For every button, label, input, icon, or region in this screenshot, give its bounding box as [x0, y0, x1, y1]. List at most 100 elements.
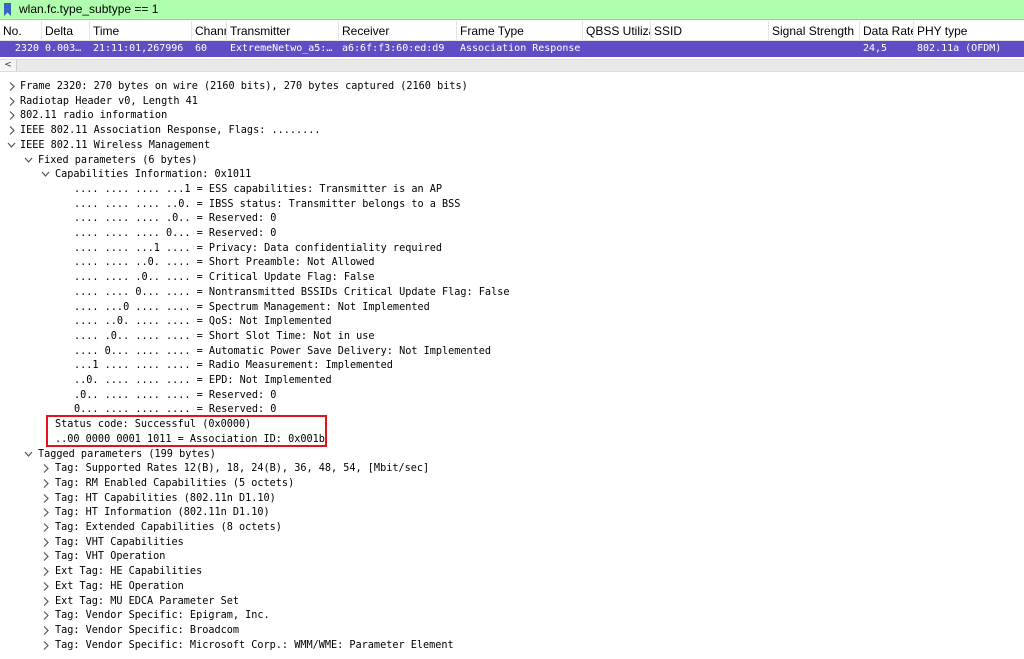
- tree-item[interactable]: Tag: HT Information (802.11n D1.10): [0, 505, 1024, 520]
- display-filter-text[interactable]: wlan.fc.type_subtype == 1: [19, 2, 158, 16]
- chevron-right-icon[interactable]: [41, 579, 51, 594]
- chevron-down-icon[interactable]: [41, 167, 51, 182]
- tree-item[interactable]: Ext Tag: MU EDCA Parameter Set: [0, 594, 1024, 609]
- tree-item[interactable]: .... ...0 .... .... = Spectrum Managemen…: [0, 300, 1024, 315]
- tree-item[interactable]: Status code: Successful (0x0000): [0, 417, 1024, 432]
- column-header-phy-type[interactable]: PHY type: [914, 21, 1024, 41]
- packet-row-selected[interactable]: 2320 0.003… 21:11:01,267996 60 ExtremeNe…: [0, 41, 1024, 57]
- tree-item[interactable]: Fixed parameters (6 bytes): [0, 153, 1024, 168]
- tree-item[interactable]: IEEE 802.11 Association Response, Flags:…: [0, 123, 1024, 138]
- tree-item[interactable]: 0... .... .... .... = Reserved: 0: [0, 402, 1024, 417]
- chevron-down-icon[interactable]: [24, 153, 34, 168]
- tree-item[interactable]: Capabilities Information: 0x1011: [0, 167, 1024, 182]
- tree-item[interactable]: ..00 0000 0001 1011 = Association ID: 0x…: [0, 432, 1024, 447]
- chevron-right-icon[interactable]: [7, 79, 17, 94]
- chevron-right-icon[interactable]: [41, 505, 51, 520]
- tree-item-label: Tag: Vendor Specific: Epigram, Inc.: [55, 610, 270, 622]
- chevron-right-icon[interactable]: [41, 535, 51, 550]
- tree-item[interactable]: ..0. .... .... .... = EPD: Not Implement…: [0, 373, 1024, 388]
- chevron-right-icon[interactable]: [41, 608, 51, 623]
- chevron-right-icon[interactable]: [7, 94, 17, 109]
- tree-item[interactable]: Ext Tag: HE Operation: [0, 579, 1024, 594]
- chevron-right-icon[interactable]: [41, 549, 51, 564]
- tree-item[interactable]: Ext Tag: HE Capabilities: [0, 564, 1024, 579]
- tree-item[interactable]: Tag: Vendor Specific: Microsoft Corp.: W…: [0, 638, 1024, 653]
- tree-item[interactable]: 802.11 radio information: [0, 108, 1024, 123]
- tree-item-label: .... ..0. .... .... = QoS: Not Implement…: [74, 316, 332, 328]
- tree-item-label: .... .... ...1 .... = Privacy: Data conf…: [74, 242, 443, 254]
- tree-item[interactable]: Tag: HT Capabilities (802.11n D1.10): [0, 491, 1024, 506]
- scroll-left-button[interactable]: <: [0, 60, 17, 71]
- chevron-right-icon[interactable]: [41, 476, 51, 491]
- cell-time: 21:11:01,267996: [93, 43, 184, 54]
- tree-item[interactable]: .... .... ..0. .... = Short Preamble: No…: [0, 255, 1024, 270]
- tree-item[interactable]: Tagged parameters (199 bytes): [0, 447, 1024, 462]
- packet-list-hscrollbar[interactable]: <: [0, 59, 1024, 72]
- chevron-right-icon[interactable]: [41, 623, 51, 638]
- tree-item-label: Tag: Vendor Specific: Microsoft Corp.: W…: [55, 639, 454, 651]
- tree-item[interactable]: Tag: Vendor Specific: Broadcom: [0, 623, 1024, 638]
- tree-item-label: Tag: Vendor Specific: Broadcom: [55, 624, 240, 636]
- tree-item[interactable]: Tag: Extended Capabilities (8 octets): [0, 520, 1024, 535]
- tree-item-label: Tag: Extended Capabilities (8 octets): [55, 522, 282, 533]
- tree-item-label: Tag: HT Capabilities (802.11n D1.10): [55, 492, 276, 504]
- tree-item[interactable]: .0.. .... .... .... = Reserved: 0: [0, 388, 1024, 403]
- chevron-down-icon[interactable]: [7, 138, 17, 153]
- tree-item[interactable]: Tag: VHT Capabilities: [0, 535, 1024, 550]
- chevron-right-icon[interactable]: [41, 520, 51, 535]
- column-header-channel[interactable]: Chanr: [192, 21, 227, 41]
- tree-item-label: .... .... ..0. .... = Short Preamble: No…: [74, 257, 375, 269]
- column-header-frame-type[interactable]: Frame Type: [457, 21, 583, 41]
- tree-item[interactable]: .... .... .... ..0. = IBSS status: Trans…: [0, 197, 1024, 212]
- tree-item[interactable]: Radiotap Header v0, Length 41: [0, 94, 1024, 109]
- tree-item[interactable]: .... .0.. .... .... = Short Slot Time: N…: [0, 329, 1024, 344]
- chevron-right-icon[interactable]: [41, 564, 51, 579]
- chevron-right-icon[interactable]: [41, 491, 51, 506]
- tree-item-label: Ext Tag: HE Capabilities: [55, 566, 203, 578]
- column-header-delta[interactable]: Delta: [42, 21, 90, 41]
- column-header-signal-strength[interactable]: Signal Strength: [769, 21, 860, 41]
- tree-item-label: .... .... .0.. .... = Critical Update Fl…: [74, 272, 375, 284]
- tree-item[interactable]: Tag: Supported Rates 12(B), 18, 24(B), 3…: [0, 461, 1024, 476]
- tree-item[interactable]: ...1 .... .... .... = Radio Measurement:…: [0, 358, 1024, 373]
- tree-item-label: Tagged parameters (199 bytes): [38, 448, 216, 460]
- tree-item-label: Fixed parameters (6 bytes): [38, 154, 198, 166]
- tree-item[interactable]: .... .... .... 0... = Reserved: 0: [0, 226, 1024, 241]
- packet-details-tree[interactable]: Frame 2320: 270 bytes on wire (2160 bits…: [0, 79, 1024, 651]
- chevron-right-icon[interactable]: [41, 594, 51, 609]
- tree-item-label: ..0. .... .... .... = EPD: Not Implement…: [74, 375, 332, 386]
- tree-item-label: .... .... .... 0... = Reserved: 0: [74, 228, 277, 239]
- tree-item-label: 0... .... .... .... = Reserved: 0: [74, 404, 277, 416]
- tree-item-label: Radiotap Header v0, Length 41: [20, 95, 198, 107]
- column-header-time[interactable]: Time: [90, 21, 192, 41]
- cell-signal-strength: [769, 41, 860, 57]
- tree-item[interactable]: Tag: RM Enabled Capabilities (5 octets): [0, 476, 1024, 491]
- chevron-right-icon[interactable]: [7, 108, 17, 123]
- column-header-no[interactable]: No.: [0, 21, 42, 41]
- cell-receiver: a6:6f:f3:60:ed:d9: [342, 43, 445, 54]
- tree-item[interactable]: .... 0... .... .... = Automatic Power Sa…: [0, 344, 1024, 359]
- chevron-down-icon[interactable]: [24, 447, 34, 462]
- chevron-right-icon[interactable]: [41, 461, 51, 476]
- tree-item-label: Frame 2320: 270 bytes on wire (2160 bits…: [20, 81, 468, 92]
- chevron-right-icon[interactable]: [41, 638, 51, 653]
- bookmark-icon[interactable]: [3, 3, 12, 16]
- tree-item[interactable]: .... .... 0... .... = Nontransmitted BSS…: [0, 285, 1024, 300]
- tree-item[interactable]: Tag: VHT Operation: [0, 549, 1024, 564]
- column-header-qbss[interactable]: QBSS Utiliza: [583, 21, 651, 41]
- tree-item[interactable]: .... .... ...1 .... = Privacy: Data conf…: [0, 241, 1024, 256]
- tree-item-label: IEEE 802.11 Wireless Management: [20, 139, 211, 151]
- tree-item[interactable]: .... ..0. .... .... = QoS: Not Implement…: [0, 314, 1024, 329]
- tree-item[interactable]: IEEE 802.11 Wireless Management: [0, 138, 1024, 153]
- tree-item[interactable]: Tag: Vendor Specific: Epigram, Inc.: [0, 608, 1024, 623]
- column-header-data-rate[interactable]: Data Rate: [860, 21, 914, 41]
- column-header-receiver[interactable]: Receiver: [339, 21, 457, 41]
- chevron-right-icon[interactable]: [7, 123, 17, 138]
- tree-item[interactable]: Frame 2320: 270 bytes on wire (2160 bits…: [0, 79, 1024, 94]
- display-filter-bar[interactable]: wlan.fc.type_subtype == 1: [0, 0, 1024, 20]
- column-header-ssid[interactable]: SSID: [651, 21, 769, 41]
- tree-item[interactable]: .... .... .... .0.. = Reserved: 0: [0, 211, 1024, 226]
- column-header-transmitter[interactable]: Transmitter: [227, 21, 339, 41]
- tree-item[interactable]: .... .... .0.. .... = Critical Update Fl…: [0, 270, 1024, 285]
- tree-item[interactable]: .... .... .... ...1 = ESS capabilities: …: [0, 182, 1024, 197]
